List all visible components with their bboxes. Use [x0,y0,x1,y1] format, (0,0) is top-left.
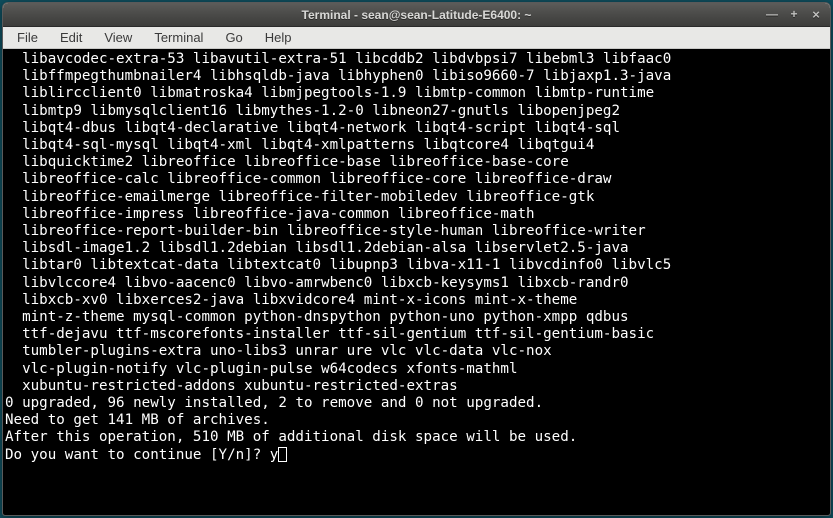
package-line: libavcodec-extra-53 libavutil-extra-51 l… [5,51,828,68]
package-line: libxcb-xv0 libxerces2-java libxvidcore4 … [5,292,828,309]
package-line: libreoffice-calc libreoffice-common libr… [5,171,828,188]
prompt-text: Do you want to continue [Y/n]? [5,447,270,463]
user-input: y [270,447,279,463]
terminal-area[interactable]: libavcodec-extra-53 libavutil-extra-51 l… [3,49,830,515]
status-line: Need to get 141 MB of archives. [5,412,828,429]
package-line: libvlccore4 libvo-aacenc0 libvo-amrwbenc… [5,275,828,292]
status-line: After this operation, 510 MB of addition… [5,429,828,446]
prompt-line: Do you want to continue [Y/n]? y [5,447,828,464]
package-line: tumbler-plugins-extra uno-libs3 unrar ur… [5,343,828,360]
package-line: xubuntu-restricted-addons xubuntu-restri… [5,378,828,395]
package-line: libreoffice-emailmerge libreoffice-filte… [5,189,828,206]
package-line: libquicktime2 libreoffice libreoffice-ba… [5,154,828,171]
package-line: libqt4-dbus libqt4-declarative libqt4-ne… [5,120,828,137]
package-line: libtar0 libtextcat-data libtextcat0 libu… [5,257,828,274]
package-line: libqt4-sql-mysql libqt4-xml libqt4-xmlpa… [5,137,828,154]
menu-terminal[interactable]: Terminal [144,28,213,47]
package-line: libmtp9 libmysqlclient16 libmythes-1.2-0… [5,103,828,120]
status-line: 0 upgraded, 96 newly installed, 2 to rem… [5,395,828,412]
window-controls: — + × [764,6,824,22]
minimize-button[interactable]: — [764,6,780,22]
titlebar[interactable]: Terminal - sean@sean-Latitude-E6400: ~ —… [3,3,830,27]
menubar: File Edit View Terminal Go Help [3,27,830,49]
package-line: ttf-dejavu ttf-mscorefonts-installer ttf… [5,326,828,343]
menu-help[interactable]: Help [255,28,302,47]
package-line: libsdl-image1.2 libsdl1.2debian libsdl1.… [5,240,828,257]
package-line: liblircclient0 libmatroska4 libmjpegtool… [5,85,828,102]
cursor [278,447,287,462]
package-line: mint-z-theme mysql-common python-dnspyth… [5,309,828,326]
package-line: libreoffice-report-builder-bin libreoffi… [5,223,828,240]
terminal-window: Terminal - sean@sean-Latitude-E6400: ~ —… [2,2,831,516]
menu-go[interactable]: Go [215,28,252,47]
maximize-button[interactable]: + [786,6,802,22]
package-line: libffmpegthumbnailer4 libhsqldb-java lib… [5,68,828,85]
package-line: vlc-plugin-notify vlc-plugin-pulse w64co… [5,361,828,378]
menu-file[interactable]: File [7,28,48,47]
close-button[interactable]: × [808,6,824,22]
window-title: Terminal - sean@sean-Latitude-E6400: ~ [3,8,830,22]
package-line: libreoffice-impress libreoffice-java-com… [5,206,828,223]
menu-view[interactable]: View [94,28,142,47]
menu-edit[interactable]: Edit [50,28,92,47]
